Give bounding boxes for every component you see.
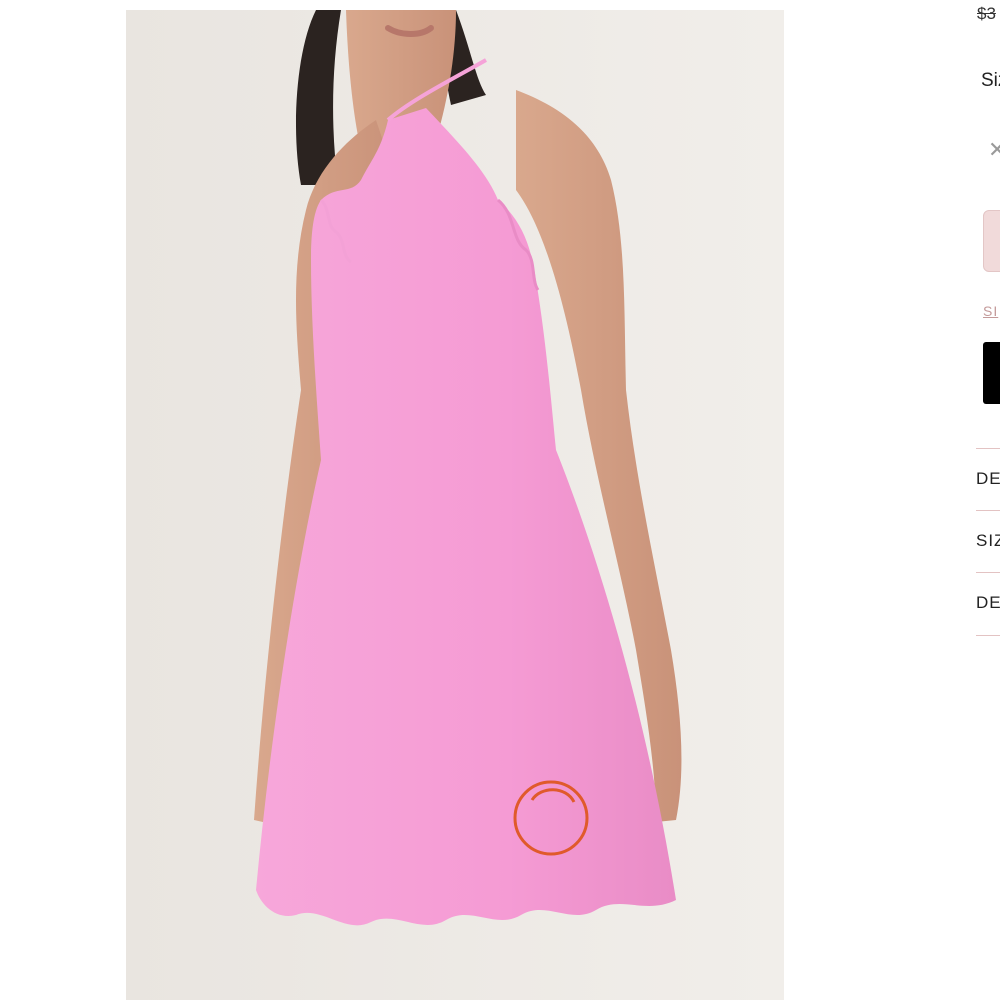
accordion-size-fit[interactable]: SIZ — [976, 510, 1000, 573]
unavailable-size-icon[interactable]: ✕ — [988, 135, 1000, 165]
add-to-bag-button[interactable] — [983, 342, 1000, 404]
size-option-selected[interactable] — [983, 210, 1000, 272]
size-guide-link[interactable]: SI — [983, 303, 998, 319]
accordion-label: DE — [976, 593, 1000, 612]
product-page: $3 Siz ✕ SI DE SIZ DE — [0, 0, 1000, 1000]
original-price: $3 — [977, 4, 996, 23]
product-image-art — [126, 10, 784, 1000]
product-image[interactable] — [126, 10, 784, 1000]
accordion-label: SIZ — [976, 531, 1000, 550]
product-details-panel: $3 Siz ✕ SI DE SIZ DE — [960, 0, 1000, 1000]
accordion-delivery[interactable]: DE — [976, 572, 1000, 636]
accordion-label: DE — [976, 469, 1000, 488]
size-label: Siz — [981, 70, 1000, 91]
accordion-description[interactable]: DE — [976, 448, 1000, 511]
